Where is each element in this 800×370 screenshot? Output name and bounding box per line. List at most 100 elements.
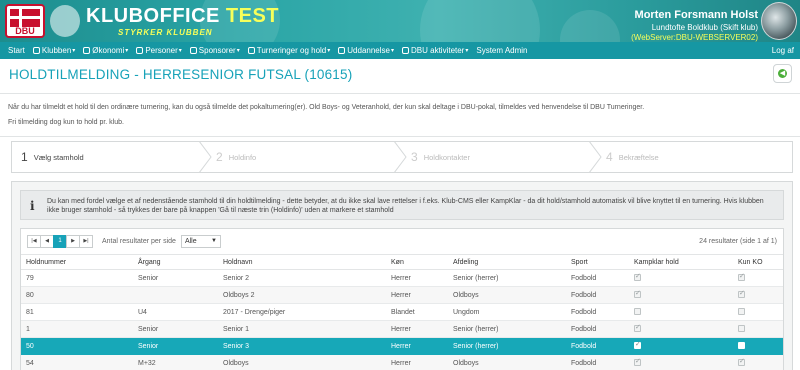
- nav-item[interactable]: System Admin: [476, 46, 527, 55]
- column-header[interactable]: Sport: [566, 254, 629, 270]
- team-grid: |◀ ◀ 1 ▶ ▶| Antal resultater per side Al…: [20, 228, 784, 370]
- column-header[interactable]: Afdeling: [448, 254, 566, 270]
- column-header[interactable]: Holdnavn: [218, 254, 386, 270]
- cell-aargang: Senior: [133, 320, 218, 338]
- wizard-step[interactable]: 3 Holdkontakter: [402, 141, 602, 173]
- cell-koen: Herrer: [386, 337, 448, 355]
- cell-holdnavn: Senior 1: [218, 320, 386, 338]
- pager: |◀ ◀ 1 ▶ ▶| Antal resultater per side Al…: [27, 235, 221, 248]
- nav-item[interactable]: Økonomi ▾: [83, 46, 128, 55]
- step-number: 2: [216, 150, 223, 164]
- cell-aargang: U4: [133, 303, 218, 321]
- cell-holdnummer: 1: [21, 320, 133, 338]
- table-header-row: Holdnummer Årgang Holdnavn Køn Afdeling Sport…: [21, 254, 783, 270]
- server-info: (WebServer:DBU-WEBSERVER02): [631, 33, 758, 42]
- step-number: 1: [21, 150, 28, 164]
- cell-holdnummer: 50: [21, 337, 133, 355]
- nav-item-label: Klubben: [41, 46, 72, 55]
- avatar[interactable]: [761, 2, 797, 40]
- table-row[interactable]: 1 Senior Senior 1 Herrer Senior (herrer) Fodb…: [21, 320, 783, 338]
- step-number: 3: [411, 150, 418, 164]
- nav-item[interactable]: Start: [8, 46, 25, 55]
- wizard-step[interactable]: 4 Bekræftelse: [597, 142, 792, 172]
- column-header[interactable]: Årgang: [133, 254, 218, 270]
- cell-sport: Fodbold: [566, 337, 629, 355]
- table-row[interactable]: 50 Senior Senior 3 Herrer Senior (herrer) Fod…: [21, 337, 783, 355]
- kampklar-checkbox: [634, 272, 641, 282]
- wizard-step[interactable]: 1 Vælg stamhold: [12, 141, 212, 173]
- user-info: Morten Forsmann Holst Lundtofte Boldklub…: [631, 9, 758, 42]
- nav-item[interactable]: DBU aktiviteter ▾: [402, 46, 468, 55]
- cell-kampklar: [629, 320, 733, 338]
- cell-afdeling: Senior (herrer): [448, 320, 566, 338]
- divider: [0, 93, 800, 94]
- column-header[interactable]: Køn: [386, 254, 448, 270]
- per-page-value: Alle: [184, 238, 197, 245]
- nav-item[interactable]: Klubben ▾: [32, 46, 76, 55]
- kampklar-checkbox: [634, 289, 641, 299]
- education-icon: [338, 47, 346, 54]
- table-row[interactable]: 80 Oldboys 2 Herrer Oldboys Fodbold: [21, 286, 783, 304]
- cell-aargang: M+32: [133, 354, 218, 370]
- table-row[interactable]: 81 U4 2017 - Drenge/piger Blandet Ungdom Fodb…: [21, 303, 783, 321]
- last-page-button[interactable]: ▶|: [79, 235, 93, 248]
- next-page-button[interactable]: ▶: [66, 235, 80, 248]
- nav-item[interactable]: Sponsorer ▾: [189, 46, 240, 55]
- cell-holdnavn: Senior 2: [218, 269, 386, 287]
- prev-page-button[interactable]: ◀: [40, 235, 54, 248]
- column-header[interactable]: Holdnummer: [21, 254, 133, 270]
- column-header[interactable]: Kun KO: [733, 254, 783, 270]
- chevron-down-icon: ▾: [390, 48, 394, 54]
- cell-holdnummer: 79: [21, 269, 133, 287]
- step-label: Holdinfo: [228, 152, 257, 162]
- user-name: Morten Forsmann Holst: [634, 9, 758, 21]
- cell-afdeling: Senior (herrer): [448, 337, 566, 355]
- nav-item-label: Uddannelse: [347, 46, 390, 55]
- cell-holdnummer: 54: [21, 354, 133, 370]
- cell-kampklar: [629, 286, 733, 304]
- cell-sport: Fodbold: [566, 320, 629, 338]
- nav-item-label: System Admin: [476, 46, 528, 55]
- step-label: Bekræftelse: [618, 152, 659, 162]
- chevron-down-icon: ▾: [125, 48, 129, 54]
- cell-sport: Fodbold: [566, 354, 629, 370]
- nav-item[interactable]: Personer ▾: [136, 46, 182, 55]
- user-club-link[interactable]: Lundtofte Boldklub (Skift klub): [631, 23, 758, 32]
- header-decoration: [420, 0, 540, 42]
- nav-item[interactable]: Turneringer og hold ▾: [247, 46, 331, 55]
- kampklar-checkbox: [634, 323, 641, 333]
- cell-aargang: [133, 286, 218, 304]
- tournament-icon: [247, 47, 255, 54]
- table-row[interactable]: 79 Senior Senior 2 Herrer Senior (herrer) Fod…: [21, 269, 783, 287]
- chevron-down-icon: ▾: [327, 48, 331, 54]
- nav-item-label: DBU aktiviteter: [411, 46, 465, 55]
- wizard-stepper: 1 Vælg stamhold 2 Holdinfo 3 Holdkontakter 4 Be…: [11, 141, 793, 173]
- page-button[interactable]: 1: [53, 235, 67, 248]
- back-button[interactable]: ◀: [773, 64, 792, 83]
- kunko-checkbox: [738, 342, 745, 350]
- first-page-button[interactable]: |◀: [27, 235, 41, 248]
- cell-holdnavn: 2017 - Drenge/piger: [218, 303, 386, 321]
- cell-aargang: Senior: [133, 337, 218, 355]
- wizard-step[interactable]: 2 Holdinfo: [207, 141, 407, 173]
- info-box: i Du kan med fordel vælge et af nedenstå…: [20, 190, 784, 220]
- step-separator-icon: [394, 141, 407, 173]
- cell-sport: Fodbold: [566, 269, 629, 287]
- table-row[interactable]: 54 M+32 Oldboys Herrer Oldboys Fodbold: [21, 354, 783, 370]
- logout-link[interactable]: Log af: [772, 46, 794, 55]
- activity-icon: [402, 47, 409, 54]
- dbu-logo[interactable]: DBU: [5, 4, 45, 38]
- cell-sport: Fodbold: [566, 303, 629, 321]
- chevron-down-icon: ▾: [236, 48, 240, 54]
- nav-item[interactable]: Uddannelse ▾: [338, 46, 394, 55]
- cell-kampklar: [629, 269, 733, 287]
- cell-kunko: [733, 354, 783, 370]
- chevron-down-icon: ▾: [72, 48, 76, 54]
- step-separator-icon: [589, 141, 602, 173]
- cell-holdnavn: Senior 3: [218, 337, 386, 355]
- sponsor-icon: [189, 47, 197, 54]
- column-header[interactable]: Kampklar hold: [629, 254, 733, 270]
- main-nav: Start Klubben ▾ Økonomi ▾ Personer ▾ Sponsorer ▾…: [0, 42, 800, 59]
- per-page-select[interactable]: Alle ▼: [180, 235, 221, 248]
- info-text: Du kan med fordel vælge et af nedenståen…: [47, 198, 764, 214]
